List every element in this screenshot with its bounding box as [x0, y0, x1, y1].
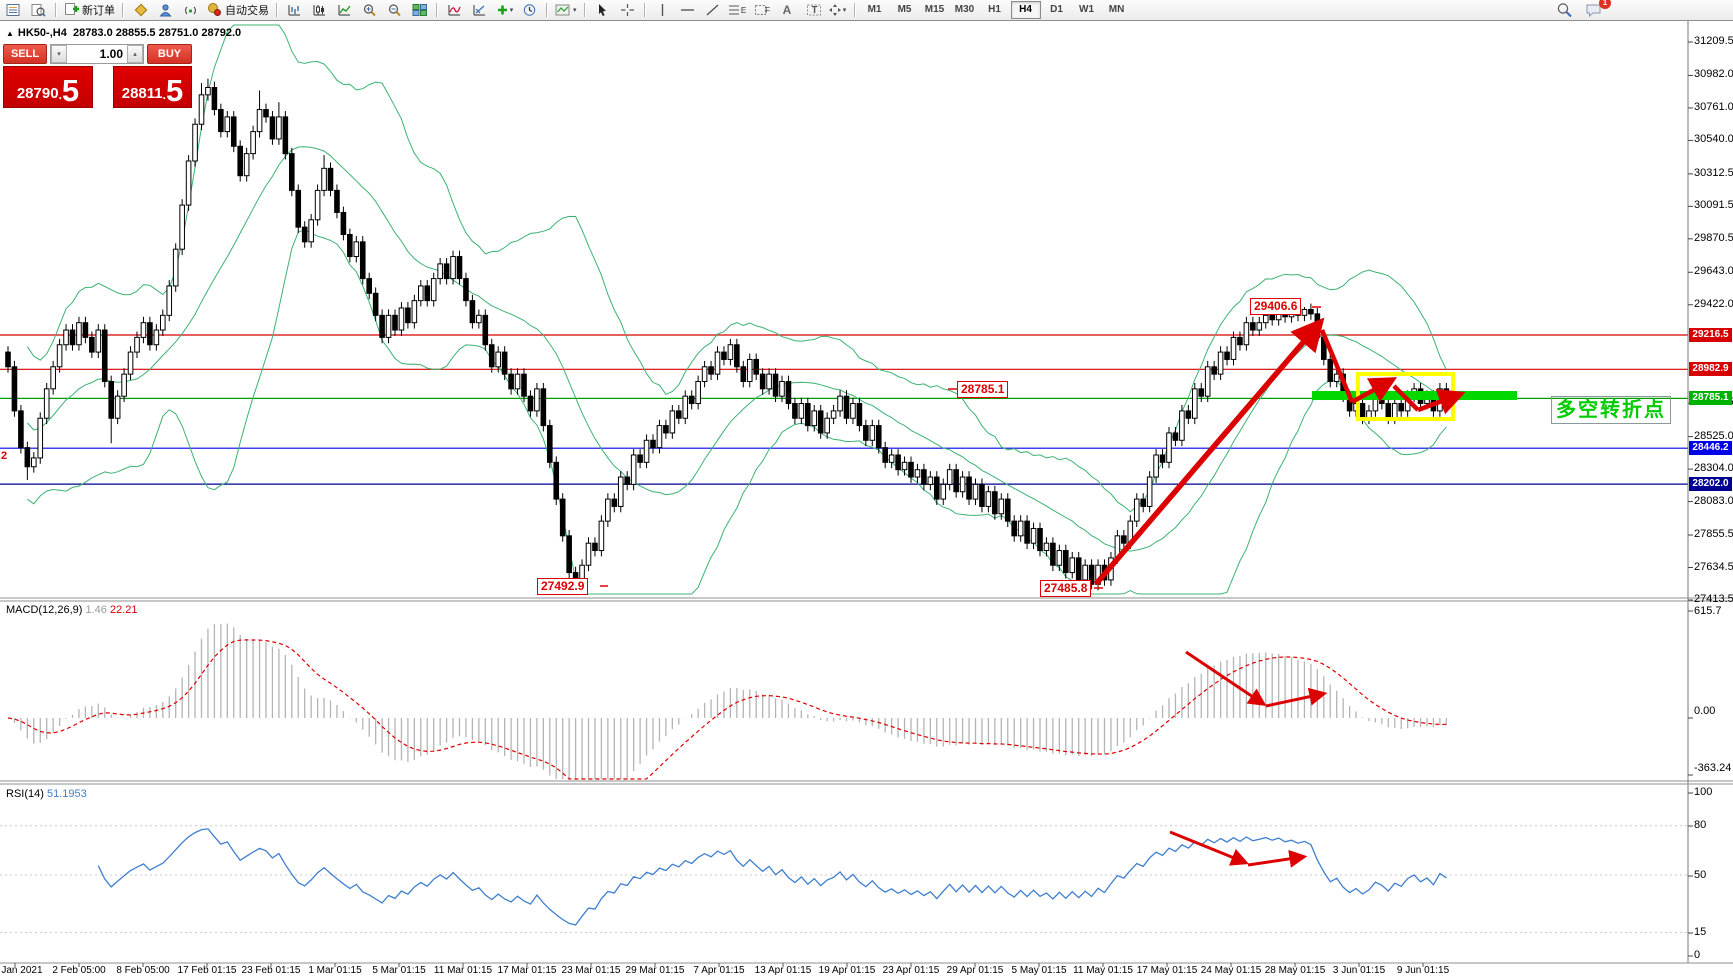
- time-axis-label: 27 Jan 2021: [0, 965, 43, 976]
- rsi-label: RSI(14) 51.1953: [6, 788, 87, 800]
- volume-up-button[interactable]: ▴: [127, 45, 143, 63]
- time-axis-label: 23 Mar 01:15: [562, 965, 621, 976]
- time-axis-label: 17 Mar 01:15: [498, 965, 557, 976]
- buy-button[interactable]: BUY: [147, 44, 192, 64]
- chart-canvas[interactable]: [0, 0, 1733, 979]
- peak-price-label[interactable]: 29406.6: [1250, 298, 1301, 315]
- price-badge: 28202.0: [1689, 477, 1732, 491]
- macd-value-main: 1.46: [85, 604, 106, 616]
- time-axis-label: 11 May 01:15: [1073, 965, 1133, 976]
- collapse-arrow-icon[interactable]: ▲: [6, 29, 14, 38]
- macd-value-signal: 22.21: [110, 604, 138, 616]
- volume-stepper: ▾ ▴: [50, 44, 144, 64]
- macd-axis-label: 615.7: [1694, 605, 1722, 617]
- price-tick-label: 28525.0: [1694, 430, 1733, 442]
- macd-axis-label: -363.24: [1694, 762, 1731, 774]
- price-tick-label: 30091.5: [1694, 199, 1733, 211]
- time-axis-label: 24 May 01:15: [1201, 965, 1262, 976]
- low2-price-label[interactable]: 27485.8: [1040, 580, 1091, 597]
- time-axis-label: 17 May 01:15: [1137, 965, 1198, 976]
- macd-label: MACD(12,26,9) 1.46 22.21: [6, 604, 138, 616]
- time-axis-label: 8 Feb 05:00: [116, 965, 169, 976]
- time-axis-label: 5 May 01:15: [1011, 965, 1066, 976]
- price-tick-label: 30761.0: [1694, 101, 1733, 113]
- rsi-axis-label: 80: [1694, 819, 1706, 831]
- price-tick-label: 29870.5: [1694, 232, 1733, 244]
- price-tick-label: 29422.0: [1694, 298, 1733, 310]
- rsi-name: RSI(14): [6, 788, 44, 800]
- sell-price[interactable]: 28790.5: [3, 66, 93, 108]
- rsi-axis-label: 50: [1694, 869, 1706, 881]
- time-axis-label: 7 Apr 01:15: [693, 965, 744, 976]
- buy-price-main: 28811: [122, 84, 163, 104]
- time-axis-label: 29 Apr 01:15: [947, 965, 1004, 976]
- time-axis-label: 1 Mar 01:15: [308, 965, 361, 976]
- price-tick-label: 27634.5: [1694, 561, 1733, 573]
- left-edge-label: 2: [1, 450, 7, 462]
- rsi-value: 51.1953: [47, 788, 87, 800]
- time-axis-label: 29 Mar 01:15: [626, 965, 685, 976]
- price-tick-label: 29643.0: [1694, 265, 1733, 277]
- macd-name: MACD(12,26,9): [6, 604, 82, 616]
- macd-axis-label: 0.00: [1694, 705, 1715, 717]
- chart-header: ▲ HK50-,H4 28783.0 28855.5 28751.0 28792.…: [6, 27, 241, 39]
- time-axis-label: 23 Feb 01:15: [242, 965, 301, 976]
- terminal-window: 新订单 自动交易 ▾ ▾ E F A T ▾: [0, 0, 1733, 979]
- volume-input[interactable]: [67, 45, 127, 63]
- time-axis-label: 28 May 01:15: [1265, 965, 1326, 976]
- rsi-axis-label: 0: [1694, 949, 1700, 961]
- price-badge: 28785.1: [1689, 391, 1732, 405]
- sell-price-main: 28790: [17, 84, 59, 104]
- sell-button[interactable]: SELL: [3, 44, 47, 64]
- rsi-axis-label: 100: [1694, 786, 1712, 798]
- buy-price-pips: 5: [166, 78, 183, 104]
- time-axis-label: 19 Apr 01:15: [819, 965, 876, 976]
- price-tick-label: 30982.0: [1694, 68, 1733, 80]
- price-badge: 28446.2: [1689, 441, 1732, 455]
- one-click-trading-panel: SELL ▾ ▴ BUY 28790.5 28811.5: [3, 44, 192, 108]
- time-axis-label: 17 Feb 01:15: [178, 965, 237, 976]
- price-tick-label: 30312.5: [1694, 167, 1733, 179]
- price-tick-label: 30540.0: [1694, 133, 1733, 145]
- time-axis-label: 11 Mar 01:15: [434, 965, 492, 976]
- price-tick-label: 31209.5: [1694, 35, 1733, 47]
- time-axis-label: 2 Feb 05:00: [52, 965, 105, 976]
- sell-price-pips: 5: [62, 78, 79, 104]
- turning-point-label[interactable]: 多空转折点: [1551, 396, 1671, 424]
- price-tick-label: 28083.0: [1694, 495, 1733, 507]
- rsi-axis-label: 15: [1694, 926, 1706, 938]
- price-tick-label: 27413.5: [1694, 593, 1733, 605]
- time-axis-label: 13 Apr 01:15: [755, 965, 812, 976]
- price-badge: 28982.9: [1689, 362, 1732, 376]
- price-badge: 29216.5: [1689, 328, 1732, 342]
- time-axis-label: 5 Mar 01:15: [372, 965, 425, 976]
- price-tick-label: 28304.0: [1694, 462, 1733, 474]
- low1-price-label[interactable]: 27492.9: [537, 578, 588, 595]
- buy-price[interactable]: 28811.5: [113, 66, 192, 108]
- time-axis-label: 23 Apr 01:15: [883, 965, 940, 976]
- time-axis-label: 3 Jun 01:15: [1333, 965, 1385, 976]
- chart-symbol: HK50-,H4: [18, 27, 67, 39]
- volume-down-button[interactable]: ▾: [51, 45, 67, 63]
- level-price-label[interactable]: 28785.1: [957, 381, 1008, 398]
- time-axis-label: 9 Jun 01:15: [1397, 965, 1449, 976]
- price-tick-label: 27855.5: [1694, 528, 1733, 540]
- chart-ohlc: 28783.0 28855.5 28751.0 28792.0: [73, 27, 241, 39]
